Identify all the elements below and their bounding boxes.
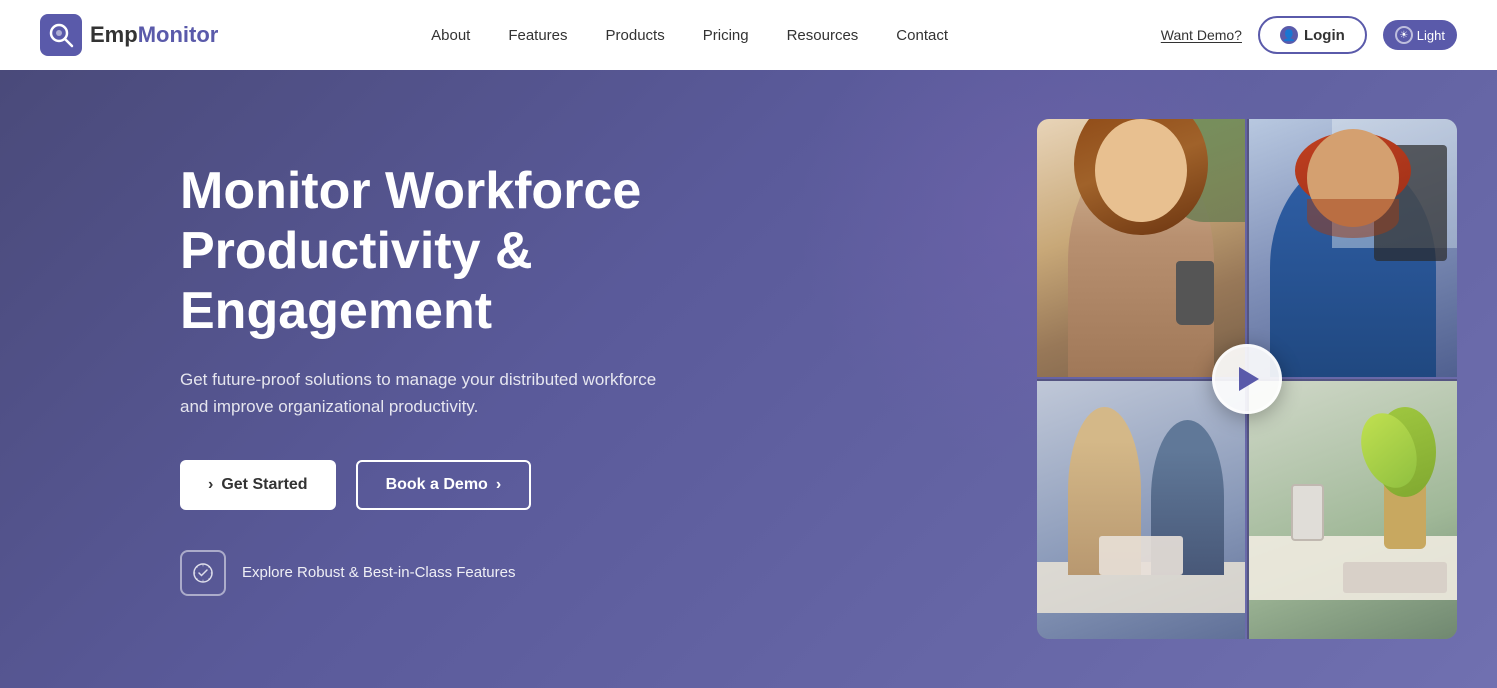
book-demo-arrow: › — [496, 476, 501, 494]
theme-toggle[interactable]: ☀ Light — [1383, 20, 1457, 50]
nav-links: About Features Products Pricing Resource… — [417, 3, 962, 68]
hero-section: Monitor Workforce Productivity & Engagem… — [0, 70, 1497, 688]
nav-item-products[interactable]: Products — [592, 3, 679, 68]
nav-item-features[interactable]: Features — [494, 3, 581, 68]
hero-features[interactable]: Explore Robust & Best-in-Class Features — [180, 550, 780, 596]
nav-item-pricing[interactable]: Pricing — [689, 3, 763, 68]
nav-item-contact[interactable]: Contact — [882, 3, 962, 68]
image-cell-man — [1249, 119, 1457, 377]
nav-item-about[interactable]: About — [417, 3, 484, 68]
play-button[interactable] — [1212, 344, 1282, 414]
theme-toggle-icon: ☀ — [1395, 26, 1413, 44]
logo-text: EmpMonitor — [90, 22, 218, 48]
navbar-actions: Want Demo? 👤 Login ☀ Light — [1161, 16, 1457, 54]
image-cell-woman — [1037, 119, 1245, 377]
hero-content: Monitor Workforce Productivity & Engagem… — [180, 162, 780, 596]
features-icon-box — [180, 550, 226, 596]
logo-icon — [40, 14, 82, 56]
hero-image-grid — [1037, 119, 1457, 639]
login-icon: 👤 — [1280, 26, 1298, 44]
play-triangle-icon — [1239, 367, 1259, 391]
hero-subtitle: Get future-proof solutions to manage you… — [180, 366, 660, 420]
image-cell-office-meeting — [1037, 381, 1245, 639]
image-cell-desk — [1249, 381, 1457, 639]
feature-label: Explore Robust & Best-in-Class Features — [242, 564, 515, 581]
hero-buttons: › Get Started Book a Demo › — [180, 460, 780, 510]
brand-logo[interactable]: EmpMonitor — [40, 14, 218, 56]
navbar: EmpMonitor About Features Products Prici… — [0, 0, 1497, 70]
book-demo-button[interactable]: Book a Demo › — [356, 460, 532, 510]
get-started-button[interactable]: › Get Started — [180, 460, 336, 510]
hero-title: Monitor Workforce Productivity & Engagem… — [180, 162, 780, 341]
login-button[interactable]: 👤 Login — [1258, 16, 1367, 54]
want-demo-link[interactable]: Want Demo? — [1161, 27, 1242, 43]
get-started-arrow: › — [208, 476, 213, 494]
nav-item-resources[interactable]: Resources — [773, 3, 873, 68]
